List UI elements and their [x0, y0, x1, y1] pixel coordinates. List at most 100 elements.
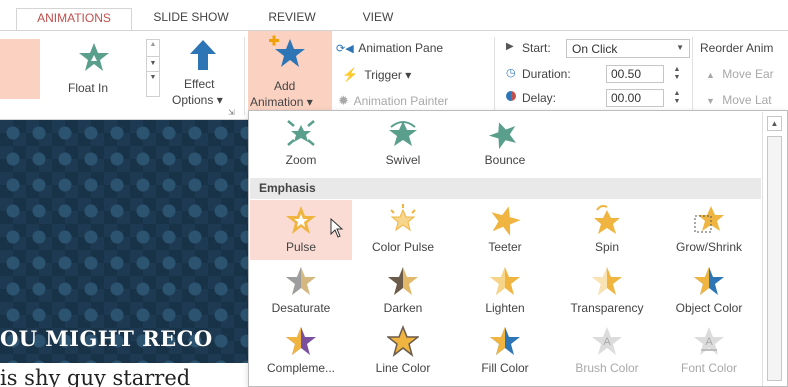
- fill-color-star-icon: [490, 327, 520, 355]
- previous-effect-thumbnail[interactable]: [0, 39, 40, 99]
- animation-brush-color[interactable]: A Brush Color: [556, 321, 658, 381]
- animation-font-color-label: Font Color: [680, 361, 738, 375]
- animation-painter-button[interactable]: ✹ Animation Painter: [338, 93, 449, 109]
- effect-options-label-2: Options ▾: [172, 93, 223, 107]
- animation-transparency[interactable]: Transparency: [556, 261, 658, 321]
- desaturate-star-icon: [286, 267, 316, 295]
- animation-darken[interactable]: Darken: [352, 261, 454, 321]
- complementary-color-star-icon: [286, 327, 316, 355]
- animation-grow-shrink[interactable]: Grow/Shrink: [658, 200, 760, 260]
- ribbon-tab-bar: ANIMATIONS SLIDE SHOW REVIEW VIEW: [0, 0, 788, 30]
- float-in-star-icon: [79, 43, 109, 71]
- svg-text:A: A: [603, 336, 611, 348]
- animation-complementary-color[interactable]: Compleme...: [250, 321, 352, 381]
- animation-spin[interactable]: Spin: [556, 200, 658, 260]
- slide-body-text[interactable]: is shy guy starred: [0, 363, 250, 387]
- animation-pane-button[interactable]: ⟳◀ Animation Pane: [336, 41, 444, 55]
- spin-star-icon: [594, 205, 620, 234]
- animation-color-pulse-label: Color Pulse: [371, 240, 435, 254]
- trigger-label: Trigger ▾: [364, 68, 412, 82]
- teeter-star-icon: [491, 206, 521, 236]
- move-later-button[interactable]: ▼ Move Lat: [706, 93, 772, 107]
- animation-pulse[interactable]: Pulse: [250, 200, 352, 260]
- swivel-star-icon: [389, 121, 417, 146]
- effect-gallery-scroller[interactable]: ▲ ▼ ▼: [146, 39, 160, 97]
- animation-teeter[interactable]: Teeter: [454, 200, 556, 260]
- animation-lighten[interactable]: Lighten: [454, 261, 556, 321]
- animation-gallery-dropdown: Zoom Swivel Bounce Emphasis Pulse Color …: [248, 110, 788, 387]
- tab-review[interactable]: REVIEW: [262, 8, 322, 30]
- gallery-scrollbar[interactable]: ▲: [762, 112, 787, 386]
- more-effects-icon[interactable]: ▼: [147, 71, 159, 84]
- animation-painter-icon: ✹: [338, 93, 349, 108]
- animation-pane-label: Animation Pane: [358, 41, 444, 55]
- lighten-star-icon: [490, 267, 520, 295]
- animation-font-color[interactable]: A Font Color: [658, 321, 760, 381]
- start-label: Start:: [522, 41, 551, 55]
- animation-line-color[interactable]: Line Color: [352, 321, 454, 381]
- slide-heading-text[interactable]: OU MIGHT RECO: [0, 326, 213, 351]
- animation-darken-label: Darken: [383, 301, 423, 315]
- slide-canvas[interactable]: OU MIGHT RECO is shy guy starred: [0, 120, 250, 387]
- animation-object-color-label: Object Color: [675, 301, 743, 315]
- section-header-emphasis: Emphasis: [250, 178, 761, 199]
- tab-view[interactable]: VIEW: [356, 8, 400, 30]
- font-color-icon: A: [694, 327, 724, 355]
- animation-object-color[interactable]: Object Color: [658, 261, 760, 321]
- svg-text:A: A: [705, 336, 713, 348]
- duration-input[interactable]: 00.50: [606, 65, 664, 83]
- scrollbar-thumb[interactable]: [767, 136, 782, 381]
- animation-transparency-label: Transparency: [570, 301, 644, 315]
- zoom-star-icon: [287, 120, 315, 146]
- tab-animations[interactable]: ANIMATIONS: [16, 8, 132, 30]
- float-in-label: Float In: [68, 81, 109, 95]
- float-in-effect[interactable]: Float In: [52, 41, 142, 105]
- animation-painter-label: Animation Painter: [353, 94, 449, 108]
- effect-options-label-1: Effect: [184, 77, 215, 91]
- brush-color-icon: A: [592, 327, 622, 355]
- color-pulse-star-icon: [390, 204, 416, 232]
- add-animation-star-icon: [269, 35, 305, 67]
- trigger-button[interactable]: ⚡ Trigger ▾: [342, 67, 412, 83]
- duration-stepper[interactable]: ▲ ▼: [670, 66, 684, 84]
- move-earlier-button[interactable]: ▲ Move Ear: [706, 67, 774, 81]
- clock-icon: ◷: [506, 67, 516, 79]
- animation-zoom[interactable]: Zoom: [250, 113, 352, 173]
- delay-stepper[interactable]: ▲ ▼: [670, 90, 684, 108]
- lightning-icon: ⚡: [342, 67, 359, 82]
- play-icon: ▶: [506, 41, 514, 52]
- add-animation-label-2: Animation ▾: [250, 95, 313, 109]
- object-color-star-icon: [694, 267, 724, 295]
- add-animation-button[interactable]: Add Animation ▾: [248, 31, 332, 113]
- delay-label: Delay:: [522, 91, 557, 105]
- start-dropdown[interactable]: On Click ▼: [566, 39, 690, 58]
- animation-lighten-label: Lighten: [485, 301, 525, 315]
- animation-bounce-label: Bounce: [484, 153, 526, 167]
- effect-options-button[interactable]: Effect Options ▾: [168, 39, 240, 113]
- dialog-launcher-icon[interactable]: ⇲: [228, 108, 235, 117]
- animation-spin-label: Spin: [594, 240, 620, 254]
- darken-star-icon: [388, 267, 418, 295]
- pulse-star-icon: [286, 206, 316, 234]
- animation-complementary-color-label: Compleme...: [266, 361, 336, 375]
- scroll-up-icon[interactable]: ▲: [147, 40, 159, 50]
- delay-icon: [506, 91, 516, 101]
- reorder-animation-label: Reorder Anim: [700, 41, 774, 55]
- animation-brush-color-label: Brush Color: [575, 361, 639, 375]
- animation-pulse-label: Pulse: [285, 240, 317, 254]
- start-value: On Click: [572, 42, 618, 56]
- animation-color-pulse[interactable]: Color Pulse: [352, 200, 454, 260]
- mouse-cursor-icon: [330, 218, 344, 238]
- animation-swivel[interactable]: Swivel: [352, 113, 454, 173]
- animation-bounce[interactable]: Bounce: [454, 113, 556, 173]
- grow-shrink-star-icon: [694, 206, 724, 233]
- animation-fill-color[interactable]: Fill Color: [454, 321, 556, 381]
- scroll-down-icon[interactable]: ▼: [147, 56, 159, 71]
- animation-grow-shrink-label: Grow/Shrink: [675, 240, 743, 254]
- animation-teeter-label: Teeter: [488, 240, 522, 254]
- animation-desaturate[interactable]: Desaturate: [250, 261, 352, 321]
- tab-slide-show[interactable]: SLIDE SHOW: [148, 8, 234, 30]
- delay-input[interactable]: 00.00: [606, 89, 664, 107]
- duration-label: Duration:: [522, 67, 571, 81]
- scroll-up-arrow-icon[interactable]: ▲: [767, 116, 782, 131]
